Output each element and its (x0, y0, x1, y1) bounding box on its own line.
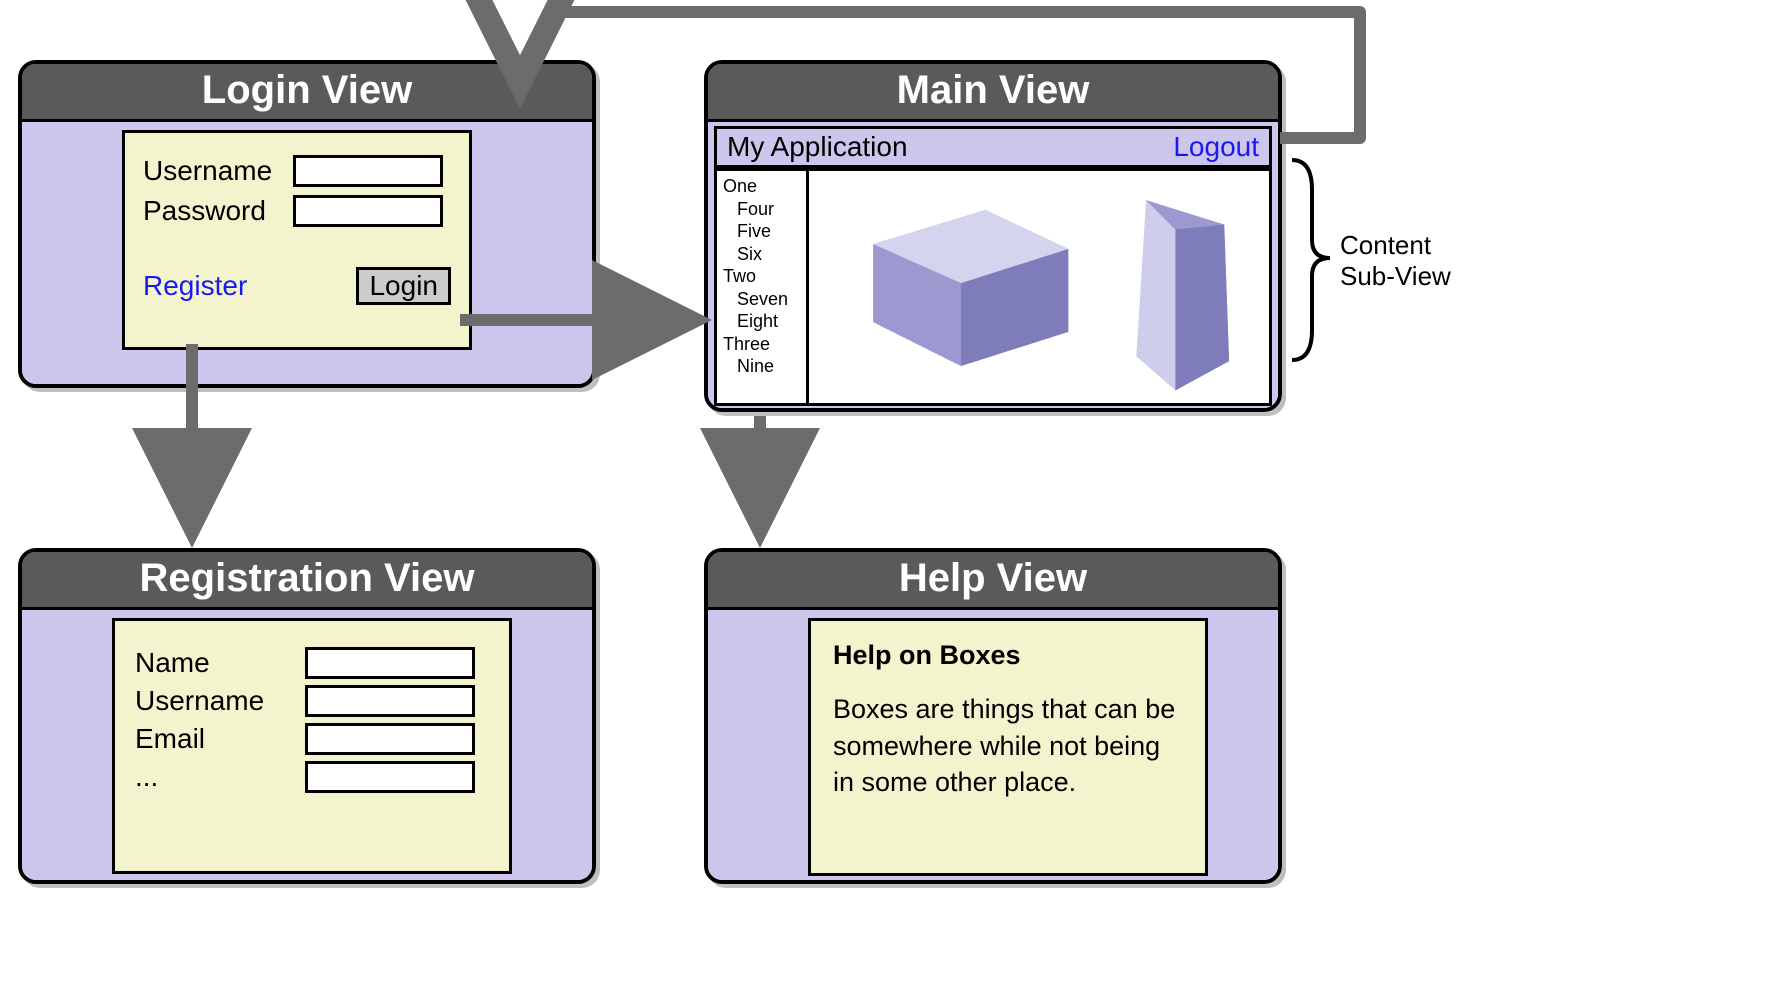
registration-form: Name Username Email ... (112, 618, 512, 874)
help-view-title: Help View (708, 552, 1278, 610)
help-heading: Help on Boxes (833, 637, 1183, 673)
registration-view-title: Registration View (22, 552, 592, 610)
login-form: Username Password Register Login (122, 130, 472, 350)
more-label: ... (135, 761, 305, 793)
main-view-title: Main View (708, 64, 1278, 122)
password-input[interactable] (293, 195, 443, 227)
register-link[interactable]: Register (143, 270, 247, 302)
tree-item[interactable]: Six (723, 243, 798, 266)
tree-item[interactable]: Eight (723, 310, 798, 333)
password-label: Password (143, 195, 293, 227)
tree-item[interactable]: Two (723, 266, 756, 286)
logout-link[interactable]: Logout (1173, 131, 1259, 163)
username-label: Username (143, 155, 293, 187)
app-name: My Application (727, 131, 908, 163)
help-body-text: Boxes are things that can be somewhere w… (833, 691, 1183, 800)
login-button[interactable]: Login (356, 267, 451, 305)
username-input[interactable] (293, 155, 443, 187)
help-view-panel: Help View Help on Boxes Boxes are things… (704, 548, 1282, 884)
main-view-panel: Main View My Application Logout One Four… (704, 60, 1282, 412)
login-view-panel: Login View Username Password Register Lo… (18, 60, 596, 388)
registration-view-panel: Registration View Name Username Email ..… (18, 548, 596, 884)
reg-username-label: Username (135, 685, 305, 717)
email-input[interactable] (305, 723, 475, 755)
tree-item[interactable]: Four (723, 198, 798, 221)
name-input[interactable] (305, 647, 475, 679)
login-view-title: Login View (22, 64, 592, 122)
more-input[interactable] (305, 761, 475, 793)
reg-username-input[interactable] (305, 685, 475, 717)
tree-item[interactable]: Five (723, 220, 798, 243)
tree-item[interactable]: Seven (723, 288, 798, 311)
content-subview-label: Content Sub-View (1340, 230, 1451, 292)
name-label: Name (135, 647, 305, 679)
help-content: Help on Boxes Boxes are things that can … (808, 618, 1208, 876)
tree-item[interactable]: One (723, 176, 757, 196)
email-label: Email (135, 723, 305, 755)
tree-navigation[interactable]: One Four Five Six Two Seven Eight Three … (717, 171, 809, 403)
tree-item[interactable]: Three (723, 334, 770, 354)
tree-item[interactable]: Nine (723, 355, 798, 378)
main-topbar: My Application Logout (714, 126, 1272, 168)
content-sub-view (809, 171, 1269, 403)
main-content-area: One Four Five Six Two Seven Eight Three … (714, 168, 1272, 406)
